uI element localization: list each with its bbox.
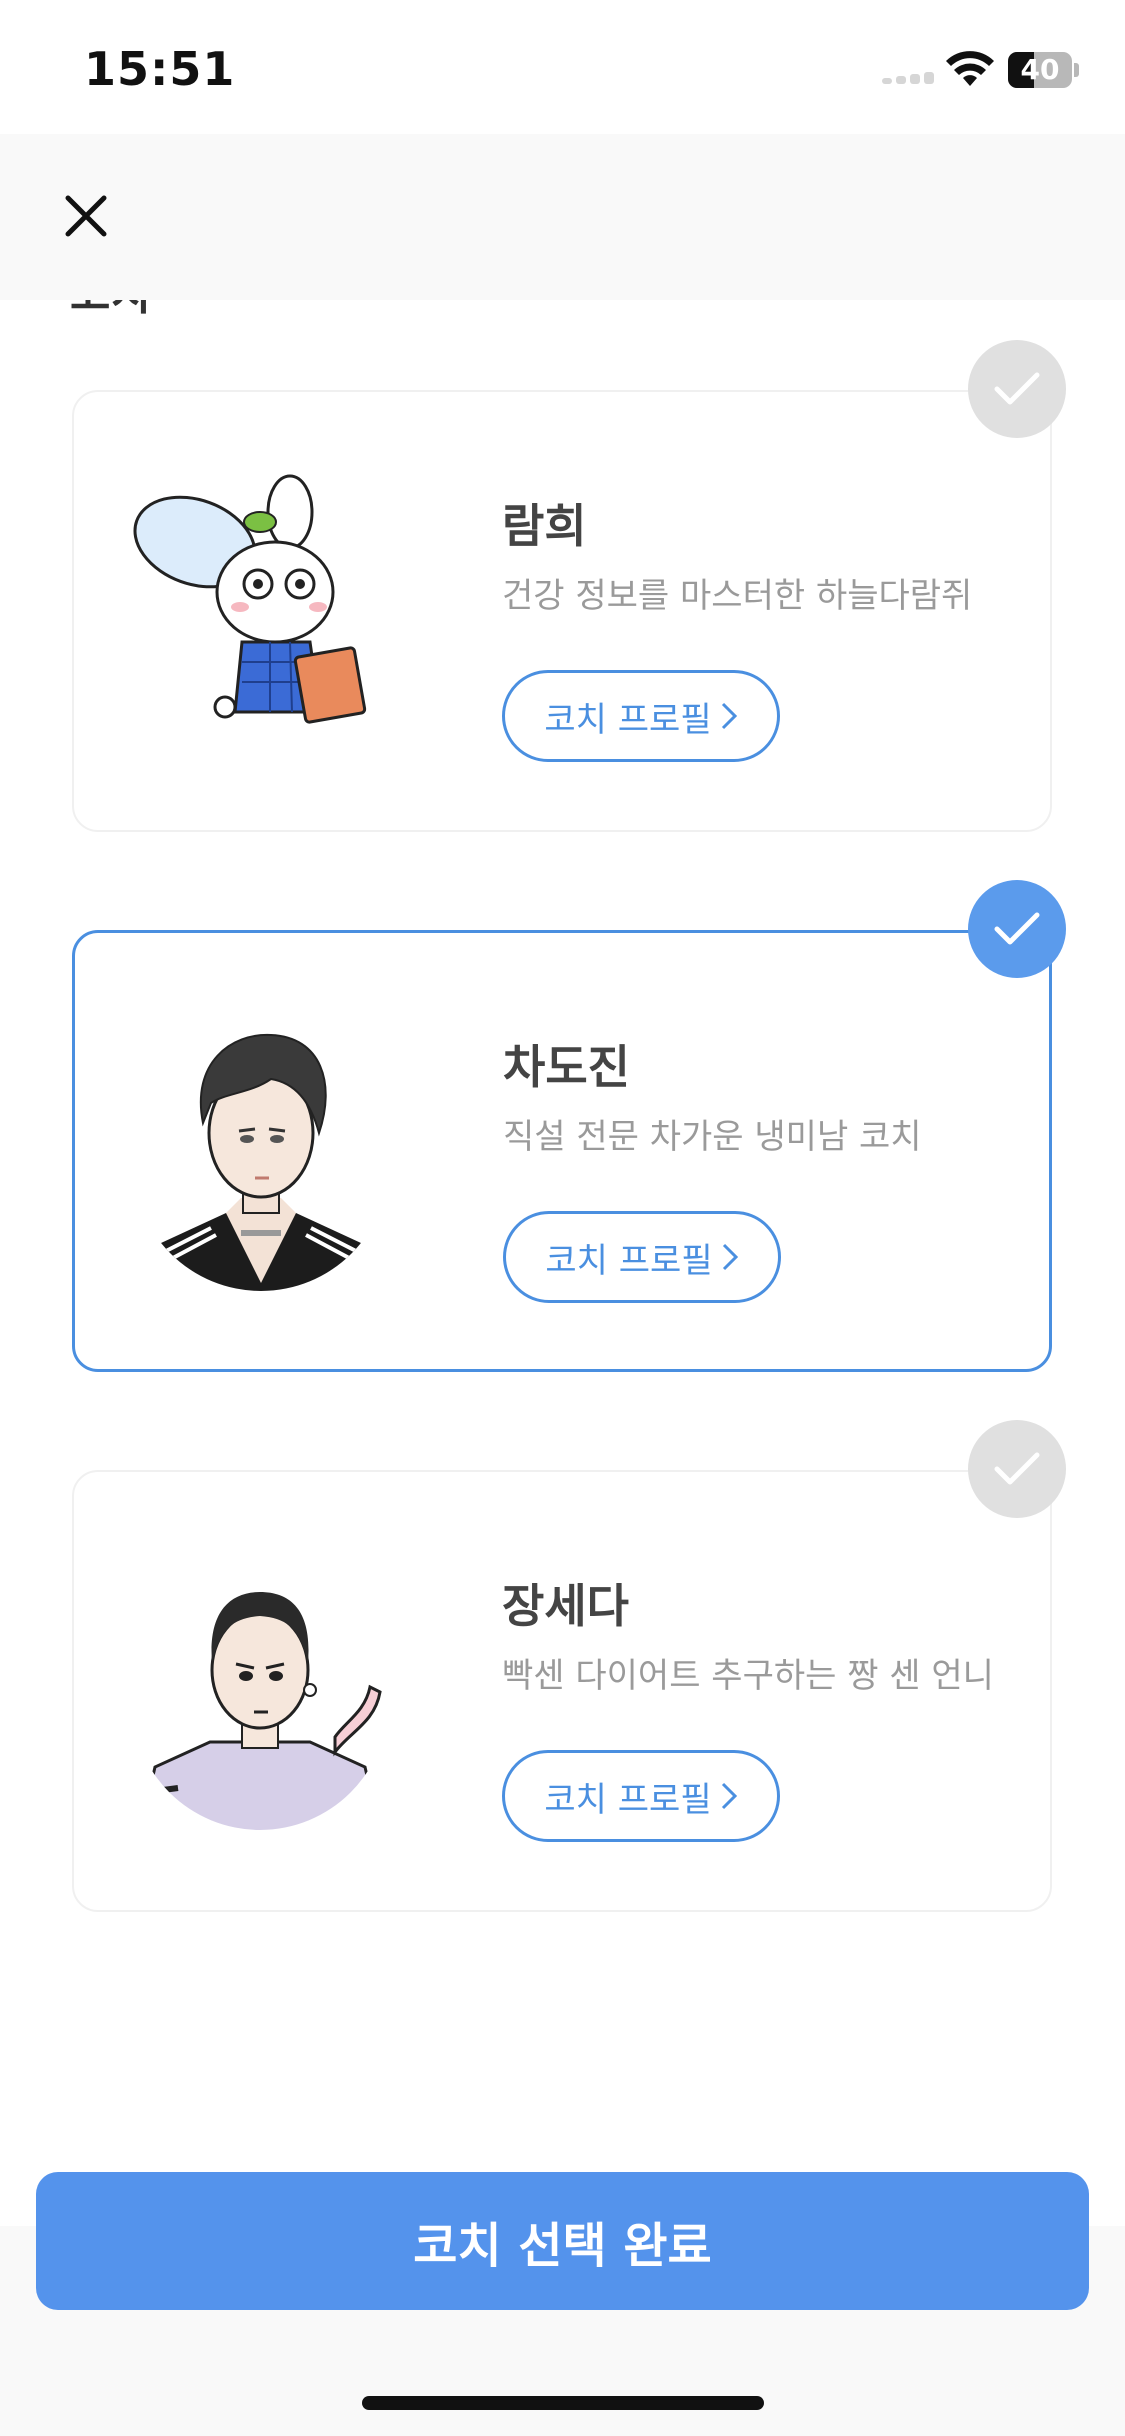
coach-profile-label: 코치 프로필 bbox=[544, 699, 712, 740]
chevron-right-icon bbox=[721, 702, 737, 730]
coach-check-toggle-ramhee[interactable] bbox=[968, 340, 1066, 438]
status-time: 15:51 bbox=[84, 42, 236, 96]
close-button[interactable] bbox=[56, 186, 116, 246]
coach-profile-button[interactable]: 코치 프로필 bbox=[502, 670, 780, 762]
battery-icon: 40 bbox=[1008, 52, 1079, 88]
coach-profile-button[interactable]: 코치 프로필 bbox=[502, 1750, 780, 1842]
coach-card-chadojin[interactable]: 차도진 직설 전문 차가운 냉미남 코치 코치 프로필 bbox=[72, 930, 1052, 1372]
battery-percent: 40 bbox=[1020, 53, 1060, 86]
coach-profile-button[interactable]: 코치 프로필 bbox=[503, 1211, 781, 1303]
coach-card-ramhee[interactable]: 람희 건강 정보를 마스터한 하늘다람쥐 코치 프로필 bbox=[72, 390, 1052, 832]
coach-description: 직설 전문 차가운 냉미남 코치 bbox=[503, 1117, 922, 1157]
chevron-right-icon bbox=[721, 1782, 737, 1810]
coach-description: 빡센 다이어트 추구하는 짱 센 언니 bbox=[502, 1656, 994, 1696]
coach-check-toggle-jangseda[interactable] bbox=[968, 1420, 1066, 1518]
coach-description: 건강 정보를 마스터한 하늘다람쥐 bbox=[502, 576, 973, 616]
coach-check-toggle-chadojin[interactable] bbox=[968, 880, 1066, 978]
man-avatar bbox=[133, 1033, 389, 1291]
check-icon bbox=[994, 372, 1040, 405]
coach-profile-label: 코치 프로필 bbox=[544, 1779, 712, 1820]
cellular-signal-icon bbox=[882, 70, 934, 84]
header bbox=[0, 134, 1125, 300]
close-icon bbox=[65, 195, 107, 237]
coach-card-jangseda[interactable]: 장세다 빡센 다이어트 추구하는 짱 센 언니 코치 프로필 bbox=[72, 1470, 1052, 1912]
coach-name: 람희 bbox=[502, 499, 587, 553]
home-indicator[interactable] bbox=[362, 2396, 764, 2410]
chevron-right-icon bbox=[722, 1243, 738, 1271]
flying-squirrel-avatar bbox=[133, 474, 367, 724]
coach-name: 차도진 bbox=[503, 1040, 630, 1094]
coach-name: 장세다 bbox=[502, 1579, 629, 1633]
check-icon bbox=[994, 912, 1040, 945]
check-icon bbox=[994, 1452, 1040, 1485]
woman-avatar bbox=[138, 1592, 382, 1830]
complete-selection-button[interactable]: 코치 선택 완료 bbox=[36, 2172, 1089, 2310]
status-bar: 15:51 40 bbox=[0, 0, 1125, 134]
coach-profile-label: 코치 프로필 bbox=[545, 1240, 713, 1281]
wifi-icon bbox=[946, 51, 994, 86]
